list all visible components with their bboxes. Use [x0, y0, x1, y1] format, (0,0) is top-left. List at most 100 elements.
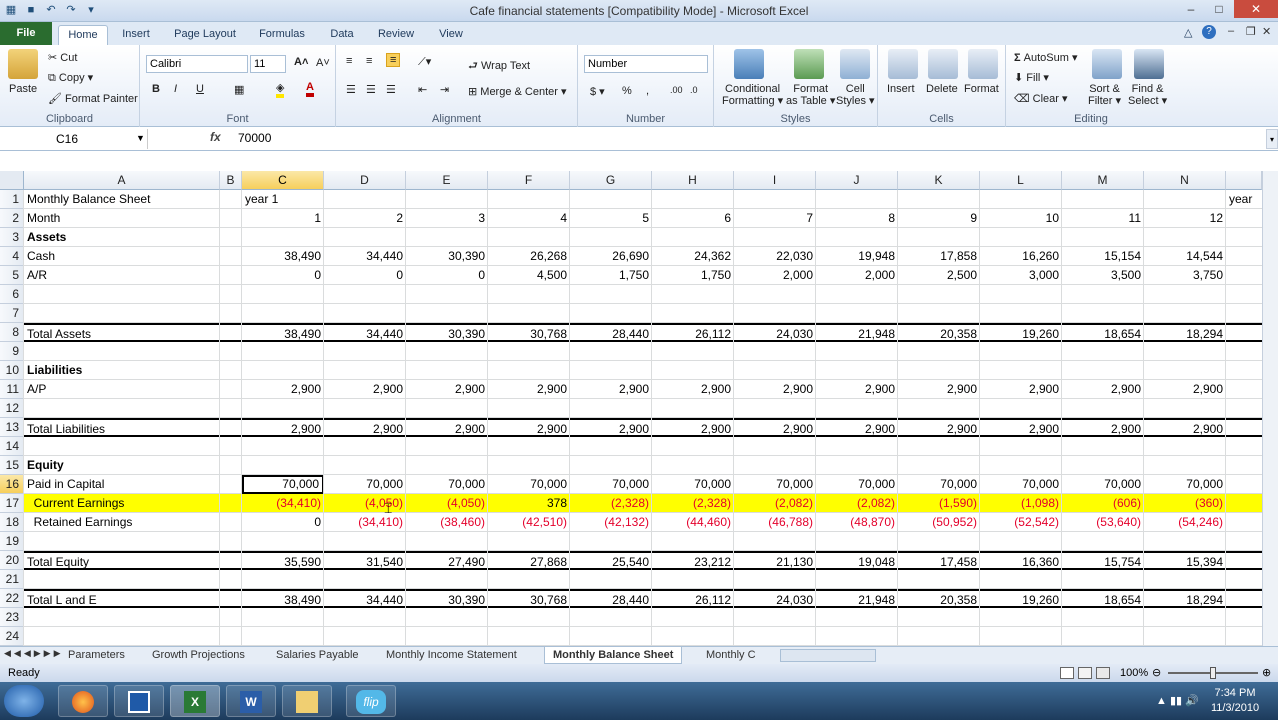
- page-layout-view-icon[interactable]: [1078, 667, 1092, 679]
- column-header-c[interactable]: C: [242, 171, 324, 190]
- sort-filter-button[interactable]: Sort & Filter ▾: [1088, 83, 1121, 107]
- cell-h16[interactable]: 70,000: [652, 475, 734, 494]
- cell-a14[interactable]: [24, 437, 220, 456]
- paste-button[interactable]: Paste: [9, 83, 37, 95]
- cell-i2[interactable]: 7: [734, 209, 816, 228]
- sheet-tab-growth-projections[interactable]: Growth Projections: [144, 647, 253, 664]
- cell-g11[interactable]: 2,900: [570, 380, 652, 399]
- name-box-dropdown-icon[interactable]: ▼: [136, 133, 145, 143]
- cell-d16[interactable]: 70,000: [324, 475, 406, 494]
- row-header-15[interactable]: 15: [0, 456, 24, 475]
- sheet-nav-arrows-icon[interactable]: ◀◀◀▶▶▶: [4, 648, 64, 659]
- cell-k18[interactable]: (50,952): [898, 513, 980, 532]
- sheet-tab-monthly-balance-sheet[interactable]: Monthly Balance Sheet: [544, 647, 683, 664]
- row-header-24[interactable]: 24: [0, 627, 24, 646]
- font-size-combo[interactable]: 11: [250, 55, 286, 73]
- align-center-icon[interactable]: ☰: [366, 83, 376, 96]
- align-left-icon[interactable]: ☰: [346, 83, 356, 96]
- sort-filter-icon[interactable]: [1092, 49, 1122, 79]
- tab-insert[interactable]: Insert: [116, 25, 156, 45]
- worksheet-grid[interactable]: ABCDEFGHIJKLMN 1 Monthly Balance Sheet yea…: [0, 171, 1278, 646]
- row-header-20[interactable]: 20: [0, 551, 24, 570]
- cell-n2[interactable]: 12: [1144, 209, 1226, 228]
- cell-h5[interactable]: 1,750: [652, 266, 734, 285]
- row-header-14[interactable]: 14: [0, 437, 24, 456]
- cell-l16[interactable]: 70,000: [980, 475, 1062, 494]
- cell-d5[interactable]: 0: [324, 266, 406, 285]
- cell-d17[interactable]: (4,050): [324, 494, 406, 513]
- cell-n16[interactable]: 70,000: [1144, 475, 1226, 494]
- row-header-18[interactable]: 18: [0, 513, 24, 532]
- cell-k4[interactable]: 17,858: [898, 247, 980, 266]
- windows-start-icon[interactable]: [4, 685, 44, 717]
- tab-file[interactable]: File: [0, 22, 52, 45]
- cell-a21[interactable]: [24, 570, 220, 589]
- clock[interactable]: 7:34 PM 11/3/2010: [1200, 686, 1270, 716]
- orientation-icon[interactable]: ⟋▾: [418, 55, 431, 69]
- cell-l18[interactable]: (52,542): [980, 513, 1062, 532]
- format-as-table-button[interactable]: Format as Table ▾: [786, 83, 835, 107]
- cell-f1[interactable]: [488, 190, 570, 209]
- cell-c17[interactable]: (34,410): [242, 494, 324, 513]
- cell-f18[interactable]: (42,510): [488, 513, 570, 532]
- cell-h18[interactable]: (44,460): [652, 513, 734, 532]
- cell-a19[interactable]: [24, 532, 220, 551]
- column-header-h[interactable]: H: [652, 171, 734, 190]
- cell-e5[interactable]: 0: [406, 266, 488, 285]
- copy-button[interactable]: ⧉ Copy ▾: [48, 71, 93, 85]
- column-header-partial[interactable]: [1226, 171, 1262, 190]
- cell-i4[interactable]: 22,030: [734, 247, 816, 266]
- row-header-13[interactable]: 13: [0, 418, 24, 437]
- cell-a12[interactable]: [24, 399, 220, 418]
- cell-m18[interactable]: (53,640): [1062, 513, 1144, 532]
- column-header-a[interactable]: A: [24, 171, 220, 190]
- cell-j1[interactable]: [816, 190, 898, 209]
- cell-a15[interactable]: Equity: [24, 456, 220, 475]
- cell-i18[interactable]: (46,788): [734, 513, 816, 532]
- grow-font-icon[interactable]: A˄: [294, 56, 308, 68]
- row-header-19[interactable]: 19: [0, 532, 24, 551]
- cell-g2[interactable]: 5: [570, 209, 652, 228]
- zoom-level[interactable]: 100%: [1120, 664, 1148, 682]
- name-box[interactable]: C16: [0, 129, 148, 149]
- cell-n5[interactable]: 3,750: [1144, 266, 1226, 285]
- conditional-formatting-icon[interactable]: [734, 49, 764, 79]
- cell-m16[interactable]: 70,000: [1062, 475, 1144, 494]
- cell-a6[interactable]: [24, 285, 220, 304]
- decrease-indent-icon[interactable]: ⇤: [418, 83, 427, 96]
- cell-m11[interactable]: 2,900: [1062, 380, 1144, 399]
- conditional-formatting-button[interactable]: Conditional Formatting ▾: [722, 83, 783, 107]
- tab-page-layout[interactable]: Page Layout: [170, 25, 240, 45]
- tab-formulas[interactable]: Formulas: [254, 25, 310, 45]
- help-icon[interactable]: ?: [1202, 25, 1216, 39]
- row-header-21[interactable]: 21: [0, 570, 24, 589]
- cell-k1[interactable]: [898, 190, 980, 209]
- cell-c18[interactable]: 0: [242, 513, 324, 532]
- close-button[interactable]: ✕: [1234, 0, 1278, 18]
- cell-h17[interactable]: (2,328): [652, 494, 734, 513]
- underline-icon[interactable]: U: [196, 83, 204, 95]
- paste-icon[interactable]: [8, 49, 38, 79]
- row-header-8[interactable]: 8: [0, 323, 24, 342]
- cell-k11[interactable]: 2,900: [898, 380, 980, 399]
- doc-close-icon[interactable]: ✕: [1262, 25, 1271, 38]
- comma-icon[interactable]: ,: [646, 85, 649, 97]
- row-header-10[interactable]: 10: [0, 361, 24, 380]
- cell-g5[interactable]: 1,750: [570, 266, 652, 285]
- row-header-22[interactable]: 22: [0, 589, 24, 608]
- cell-i11[interactable]: 2,900: [734, 380, 816, 399]
- cell-e1[interactable]: [406, 190, 488, 209]
- row-header-5[interactable]: 5: [0, 266, 24, 285]
- doc-restore-icon[interactable]: ❐: [1246, 25, 1256, 38]
- insert-function-icon[interactable]: fx: [210, 130, 221, 144]
- expand-formula-bar-icon[interactable]: ▾: [1266, 129, 1278, 149]
- row-header-1[interactable]: 1: [0, 190, 24, 209]
- cell-a7[interactable]: [24, 304, 220, 323]
- cell-d1[interactable]: [324, 190, 406, 209]
- fill-color-icon[interactable]: ◈: [276, 81, 285, 98]
- cell-h11[interactable]: 2,900: [652, 380, 734, 399]
- cell-a2[interactable]: Month: [24, 209, 220, 228]
- cell-m5[interactable]: 3,500: [1062, 266, 1144, 285]
- cut-button[interactable]: ✂ Cut: [48, 51, 77, 64]
- cell-i1[interactable]: [734, 190, 816, 209]
